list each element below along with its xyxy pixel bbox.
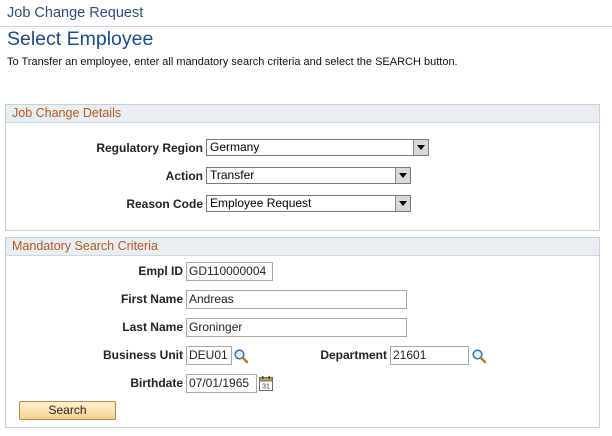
regulatory-region-value: Germany (210, 140, 260, 154)
last-name-label: Last Name (122, 320, 183, 334)
calendar-icon[interactable]: 31 (259, 376, 273, 391)
magnifier-icon[interactable] (233, 348, 249, 364)
svg-text:31: 31 (262, 384, 270, 391)
action-value: Transfer (210, 168, 255, 182)
dropdown-arrow-icon[interactable] (413, 140, 428, 155)
search-button[interactable]: Search (19, 401, 116, 420)
department-field[interactable]: 21601 (390, 346, 469, 365)
dropdown-arrow-icon[interactable] (395, 196, 410, 211)
search-criteria-heading: Mandatory Search Criteria (6, 238, 599, 256)
action-select[interactable]: Transfer (206, 167, 411, 184)
page-title: Select Employee (7, 28, 154, 50)
breadcrumb: Job Change Request (7, 5, 144, 21)
instructions-text: To Transfer an employee, enter all manda… (7, 56, 458, 68)
business-unit-field[interactable]: DEU01 (186, 346, 232, 365)
action-label: Action (165, 169, 203, 183)
reason-code-label: Reason Code (126, 197, 203, 211)
reason-code-value: Employee Request (210, 196, 312, 210)
empl-id-label: Empl ID (138, 264, 183, 278)
regulatory-region-select[interactable]: Germany (206, 139, 429, 156)
regulatory-region-label: Regulatory Region (96, 141, 203, 155)
empl-id-field[interactable]: GD110000004 (186, 262, 273, 281)
first-name-field[interactable]: Andreas (186, 290, 407, 309)
job-change-details-heading: Job Change Details (6, 105, 599, 123)
reason-code-select[interactable]: Employee Request (206, 195, 411, 212)
first-name-label: First Name (120, 292, 183, 306)
business-unit-label: Business Unit (102, 348, 183, 362)
last-name-field[interactable]: Groninger (186, 318, 407, 337)
birthdate-field[interactable]: 07/01/1965 (186, 374, 257, 393)
department-label: Department (320, 348, 387, 362)
header-divider (0, 26, 612, 27)
dropdown-arrow-icon[interactable] (395, 168, 410, 183)
magnifier-icon[interactable] (471, 348, 487, 364)
birthdate-label: Birthdate (130, 376, 183, 390)
